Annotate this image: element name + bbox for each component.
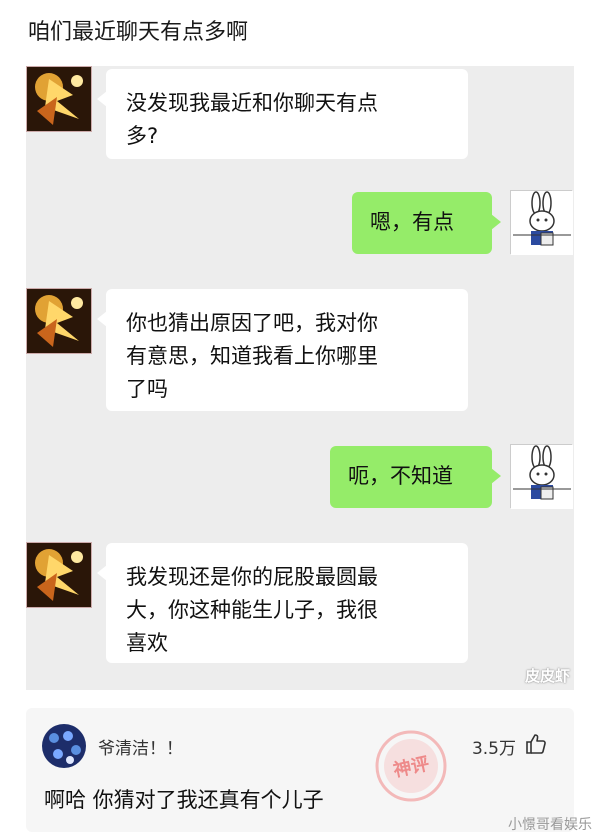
like-count: 3.5万 xyxy=(471,739,516,759)
sender-avatar xyxy=(26,542,92,608)
chat-screenshot: 没发现我最近和你聊天有点 多? 嗯，有点 你也猜出原因了吧，我对你 有意思，知道… xyxy=(26,66,574,690)
corner-watermark: 小憬哥看娱乐 xyxy=(508,817,592,833)
message-line: 多? xyxy=(126,124,159,148)
message-line: 没发现我最近和你聊天有点 xyxy=(126,91,378,115)
message-line: 嗯，有点 xyxy=(370,210,454,234)
message-bubble-outgoing: 呃，不知道 xyxy=(330,446,501,508)
top-comment: 爷清洁！！ 3.5万 神评 啊哈 你猜对了我还真有个儿子 xyxy=(26,708,574,832)
golden-angel-avatar-icon xyxy=(27,543,91,607)
post-title: 咱们最近聊天有点多啊 xyxy=(28,20,249,45)
sender-avatar xyxy=(26,288,92,354)
god-comment-badge-icon: 神评 xyxy=(375,730,447,802)
receiver-avatar xyxy=(510,190,573,255)
golden-angel-avatar-icon xyxy=(27,67,91,131)
message-bubble-outgoing: 嗯，有点 xyxy=(352,192,501,254)
commenter-username[interactable]: 爷清洁！！ xyxy=(98,734,183,759)
message-line: 呃，不知道 xyxy=(348,464,453,488)
app-watermark: 皮皮虾 xyxy=(524,667,570,685)
comment-text: 啊哈 你猜对了我还真有个儿子 xyxy=(44,788,324,812)
message-line: 大，你这种能生儿子，我很 xyxy=(126,598,378,622)
bunny-avatar-icon xyxy=(511,191,573,255)
commenter-avatar[interactable] xyxy=(42,724,86,768)
message-line: 喜欢 xyxy=(126,631,168,655)
message-line: 你也猜出原因了吧，我对你 xyxy=(126,311,378,335)
avatar-icon xyxy=(42,724,86,768)
thumbs-up-icon[interactable] xyxy=(524,732,548,756)
message-line: 有意思，知道我看上你哪里 xyxy=(126,344,378,368)
sender-avatar xyxy=(26,66,92,132)
message-bubble-incoming: 我发现还是你的屁股最圆最 大，你这种能生儿子，我很 喜欢 xyxy=(97,543,468,663)
receiver-avatar xyxy=(510,444,573,509)
bunny-avatar-icon xyxy=(511,445,573,509)
message-line: 我发现还是你的屁股最圆最 xyxy=(126,565,378,589)
message-bubble-incoming: 你也猜出原因了吧，我对你 有意思，知道我看上你哪里 了吗 xyxy=(97,289,468,411)
message-bubble-incoming: 没发现我最近和你聊天有点 多? xyxy=(97,69,468,159)
golden-angel-avatar-icon xyxy=(27,289,91,353)
message-line: 了吗 xyxy=(126,377,168,401)
